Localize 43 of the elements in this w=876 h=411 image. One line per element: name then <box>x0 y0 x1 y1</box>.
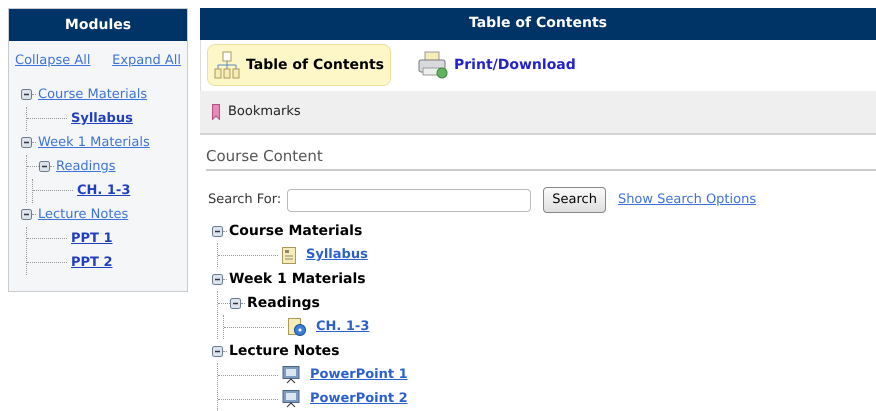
hierarchy-icon <box>214 51 240 80</box>
collapse-icon[interactable] <box>21 137 32 148</box>
folder-label[interactable]: Lecture Notes <box>229 340 340 362</box>
folder-link[interactable]: Course Materials <box>38 84 148 104</box>
search-options-link[interactable]: Show Search Options <box>618 190 756 210</box>
content-link[interactable]: Syllabus <box>306 245 368 265</box>
folder-link[interactable]: Week 1 Materials <box>38 132 150 152</box>
bookmarks-link[interactable]: Bookmarks <box>228 102 301 122</box>
toolbar-button[interactable]: Table of Contents <box>207 44 392 86</box>
content-link[interactable]: CH. 1-3 <box>316 317 370 337</box>
section-title: Course Content <box>206 144 876 171</box>
collapse-icon[interactable] <box>212 226 223 236</box>
collapse-icon[interactable] <box>39 161 50 172</box>
panel-header: Table of Contents <box>200 8 876 40</box>
collapse-icon[interactable] <box>21 209 32 220</box>
document-disc-icon <box>288 318 306 336</box>
module-link[interactable]: PPT 1 <box>71 228 112 248</box>
module-link[interactable]: Syllabus <box>71 108 133 128</box>
collapse-icon[interactable] <box>21 89 32 100</box>
search-button[interactable]: Search <box>543 187 606 213</box>
presentation-icon <box>282 366 300 384</box>
search-label: Search For: <box>208 191 282 210</box>
collapse-icon[interactable] <box>212 346 223 356</box>
folder-label[interactable]: Course Materials <box>229 220 362 242</box>
content-link[interactable]: PowerPoint 1 <box>310 365 408 385</box>
document-icon <box>282 246 296 264</box>
folder-label[interactable]: Readings <box>247 292 320 314</box>
bookmark-icon <box>212 104 220 120</box>
module-link[interactable]: CH. 1-3 <box>77 180 130 200</box>
module-link[interactable]: PPT 2 <box>71 252 112 272</box>
search-field[interactable] <box>287 188 532 212</box>
presentation-icon <box>282 390 300 408</box>
toolbar-button[interactable]: Print/Download <box>411 44 583 86</box>
printer-icon <box>418 51 448 80</box>
tree-action-link[interactable]: Expand All <box>112 51 181 70</box>
panel-header: Modules <box>9 9 187 41</box>
folder-link[interactable]: Readings <box>56 156 116 176</box>
folder-link[interactable]: Lecture Notes <box>38 204 128 224</box>
collapse-icon[interactable] <box>212 274 223 284</box>
folder-label[interactable]: Week 1 Materials <box>229 268 366 290</box>
content-link[interactable]: PowerPoint 2 <box>310 389 408 409</box>
tree-action-link[interactable]: Collapse All <box>15 51 90 70</box>
collapse-icon[interactable] <box>230 298 241 308</box>
